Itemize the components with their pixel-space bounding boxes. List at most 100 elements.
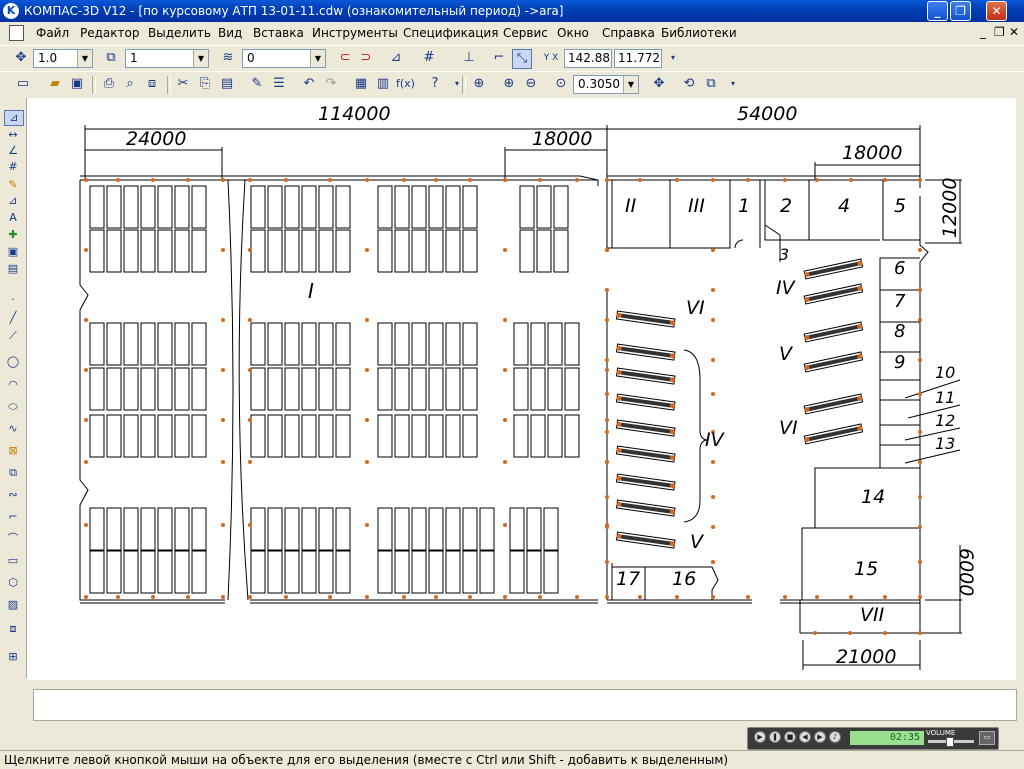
local-snap-icon[interactable]: ⊃ xyxy=(357,49,375,67)
cut-icon[interactable]: ✂ xyxy=(174,75,192,93)
volume-knob[interactable] xyxy=(946,737,954,747)
undo-icon[interactable]: ↶ xyxy=(300,75,318,93)
hatch-icon[interactable]: ▨ xyxy=(4,598,22,612)
new-document-icon[interactable]: ▭ xyxy=(14,75,32,93)
chevron-down-icon[interactable]: ▼ xyxy=(623,76,638,93)
nurbs-icon[interactable]: ⧉ xyxy=(4,466,22,480)
menu-select[interactable]: Выделить xyxy=(148,26,211,40)
zoom-combo[interactable]: 0.3050 ▼ xyxy=(573,75,639,94)
chevron-down-icon[interactable]: ▼ xyxy=(193,50,208,67)
segment-icon[interactable]: ⟋ xyxy=(4,329,22,343)
refresh-icon[interactable]: ⟲ xyxy=(680,75,698,93)
menu-window[interactable]: Окно xyxy=(557,26,589,40)
app-icon[interactable]: K xyxy=(3,3,19,19)
menu-view[interactable]: Вид xyxy=(218,26,242,40)
fillet-icon[interactable]: ⌒ xyxy=(4,532,22,546)
chevron-down-icon[interactable]: ▼ xyxy=(310,50,325,67)
snap-magnet-icon[interactable]: ⊂ xyxy=(336,49,354,67)
copy-icon[interactable]: ⎘ xyxy=(196,75,214,93)
polyline-icon[interactable]: ⊠ xyxy=(4,444,22,458)
player-close-icon[interactable]: ▭ xyxy=(979,731,995,745)
command-input[interactable] xyxy=(33,689,1017,721)
menu-specification[interactable]: Спецификация xyxy=(403,26,498,40)
paste-icon[interactable]: ▤ xyxy=(218,75,236,93)
toolbar-overflow-icon[interactable]: ▾ xyxy=(664,49,682,67)
drawing-canvas[interactable]: 114000 54000 24000 18000 18000 12000 600… xyxy=(27,98,1024,680)
reports-tool-icon[interactable]: ▣ xyxy=(4,245,22,259)
minimize-button[interactable]: _ xyxy=(927,1,948,21)
chamfer-icon[interactable]: ⌐ xyxy=(4,510,22,524)
ortho-icon[interactable]: ⊿ xyxy=(387,49,405,67)
spline-icon[interactable]: ∿ xyxy=(4,422,22,436)
menu-libraries[interactable]: Библиотеки xyxy=(661,26,737,40)
y-coord-field[interactable]: 11.772 xyxy=(614,49,662,68)
point-icon[interactable]: · xyxy=(4,293,22,307)
format-painter-icon[interactable]: ✎ xyxy=(248,75,266,93)
circle-icon[interactable]: ◯ xyxy=(4,355,22,369)
macro-icon[interactable]: ⧈ xyxy=(4,622,22,636)
aux-icon[interactable]: ⊞ xyxy=(4,650,22,664)
next-icon[interactable]: ▶ xyxy=(814,731,826,743)
menu-insert[interactable]: Вставка xyxy=(253,26,304,40)
zoom-window-icon[interactable]: ⊕ xyxy=(470,75,488,93)
ellipse-icon[interactable]: ⬭ xyxy=(4,400,22,414)
local-cs-icon[interactable]: ⊥ xyxy=(460,49,478,67)
polygon-icon[interactable]: ⬡ xyxy=(4,576,22,590)
preview-icon[interactable]: ⌕ xyxy=(121,75,139,93)
select-tool-icon[interactable]: A xyxy=(4,211,22,225)
spec-tool-icon[interactable]: ✚ xyxy=(4,228,22,242)
edit-tool-icon[interactable]: # xyxy=(4,160,22,174)
bezier-icon[interactable]: ∾ xyxy=(4,488,22,502)
rectangle-icon[interactable]: ▭ xyxy=(4,554,22,568)
pan-icon[interactable]: ✥ xyxy=(650,75,668,93)
prev-icon[interactable]: ◀ xyxy=(799,731,811,743)
cursor-coords-icon[interactable]: ⤡ xyxy=(512,49,532,69)
document-icon[interactable] xyxy=(9,25,24,41)
insert-tool-icon[interactable]: ▤ xyxy=(4,262,22,276)
print-icon[interactable]: ⎙ xyxy=(100,75,118,93)
menu-tools[interactable]: Инструменты xyxy=(312,26,398,40)
doc-minimize-button[interactable]: _ xyxy=(980,25,986,39)
style-icon[interactable]: ≋ xyxy=(219,49,237,67)
step-icon[interactable]: ✥ xyxy=(12,49,30,67)
save-icon[interactable]: ▣ xyxy=(68,75,86,93)
variables-icon[interactable]: f(x) xyxy=(396,75,415,93)
vertical-scrollbar[interactable] xyxy=(1016,98,1024,680)
x-coord-field[interactable]: 142.883 xyxy=(564,49,612,68)
chevron-down-icon[interactable]: ▼ xyxy=(77,50,92,67)
line-icon[interactable]: ╱ xyxy=(4,311,22,325)
manager-icon[interactable]: ▦ xyxy=(352,75,370,93)
maximize-button[interactable]: ❐ xyxy=(950,1,971,21)
close-button[interactable]: ✕ xyxy=(986,1,1007,21)
stop-icon[interactable]: ■ xyxy=(784,731,796,743)
parametrize-tool-icon[interactable]: ✎ xyxy=(4,178,22,192)
zoom-out-icon[interactable]: ⊖ xyxy=(522,75,540,93)
print-preview-icon[interactable]: ⧈ xyxy=(143,75,161,93)
menu-help[interactable]: Справка xyxy=(602,26,655,40)
help-cursor-icon[interactable]: ? xyxy=(426,75,444,93)
menu-file[interactable]: Файл xyxy=(36,26,69,40)
pause-icon[interactable]: ❚ xyxy=(769,731,781,743)
mute-icon[interactable]: ♪ xyxy=(829,731,841,743)
symbols-tool-icon[interactable]: ∠ xyxy=(4,144,22,158)
dimensions-tool-icon[interactable]: ↔ xyxy=(4,128,22,142)
style-combo[interactable]: 0 ▼ xyxy=(242,49,326,68)
ortho-mode-icon[interactable]: ⌐ xyxy=(490,49,508,67)
redo-icon[interactable]: ↷ xyxy=(322,75,340,93)
doc-restore-button[interactable]: ❐ xyxy=(994,25,1005,39)
play-icon[interactable]: ▶ xyxy=(754,731,766,743)
properties-icon[interactable]: ☰ xyxy=(270,75,288,93)
measure-tool-icon[interactable]: ⊿ xyxy=(4,194,22,208)
grid-icon[interactable]: # xyxy=(420,49,438,67)
library-icon[interactable]: ▥ xyxy=(374,75,392,93)
geometry-tool-icon[interactable]: ⊿ xyxy=(4,110,24,126)
step-combo[interactable]: 1.0 ▼ xyxy=(33,49,93,68)
zoom-scale-icon[interactable]: ⊙ xyxy=(552,75,570,93)
doc-close-button[interactable]: ✕ xyxy=(1009,25,1019,39)
volume-slider[interactable] xyxy=(928,737,974,747)
menu-editor[interactable]: Редактор xyxy=(80,26,139,40)
menu-service[interactable]: Сервис xyxy=(503,26,548,40)
zoom-in-icon[interactable]: ⊕ xyxy=(500,75,518,93)
arc-icon[interactable]: ◠ xyxy=(4,378,22,392)
layer-icon[interactable]: ⧉ xyxy=(102,49,120,67)
